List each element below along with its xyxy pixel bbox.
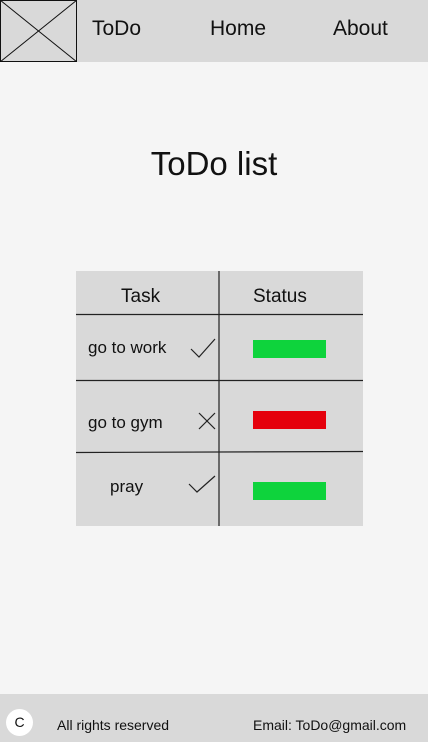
rights-text: All rights reserved <box>57 717 170 733</box>
footer-bar: C All rights reserved Email: ToDo@gmail.… <box>0 694 428 742</box>
status-bar <box>253 482 326 500</box>
column-header-status: Status <box>253 286 307 307</box>
page-title: ToDo list <box>150 145 278 182</box>
status-bar <box>253 340 326 358</box>
task-label: pray <box>110 477 144 496</box>
x-icon[interactable] <box>197 411 217 431</box>
email-link[interactable]: Email: ToDo@gmail.com <box>253 716 406 734</box>
header-bar: ToDo Home About <box>0 0 428 63</box>
image-placeholder-icon[interactable] <box>0 0 78 63</box>
todo-table: Task Status go to work go to gym pray <box>76 271 363 526</box>
task-label: go to work <box>88 338 167 357</box>
copyright-icon: C <box>6 709 33 736</box>
check-icon[interactable] <box>189 337 217 361</box>
column-header-task: Task <box>121 286 161 307</box>
task-label: go to gym <box>88 413 163 432</box>
check-icon[interactable] <box>187 472 217 496</box>
nav-todo-link[interactable]: ToDo <box>92 16 141 42</box>
nav-home-link[interactable]: Home <box>210 16 266 42</box>
nav-about-link[interactable]: About <box>333 16 388 42</box>
status-bar <box>253 411 326 429</box>
